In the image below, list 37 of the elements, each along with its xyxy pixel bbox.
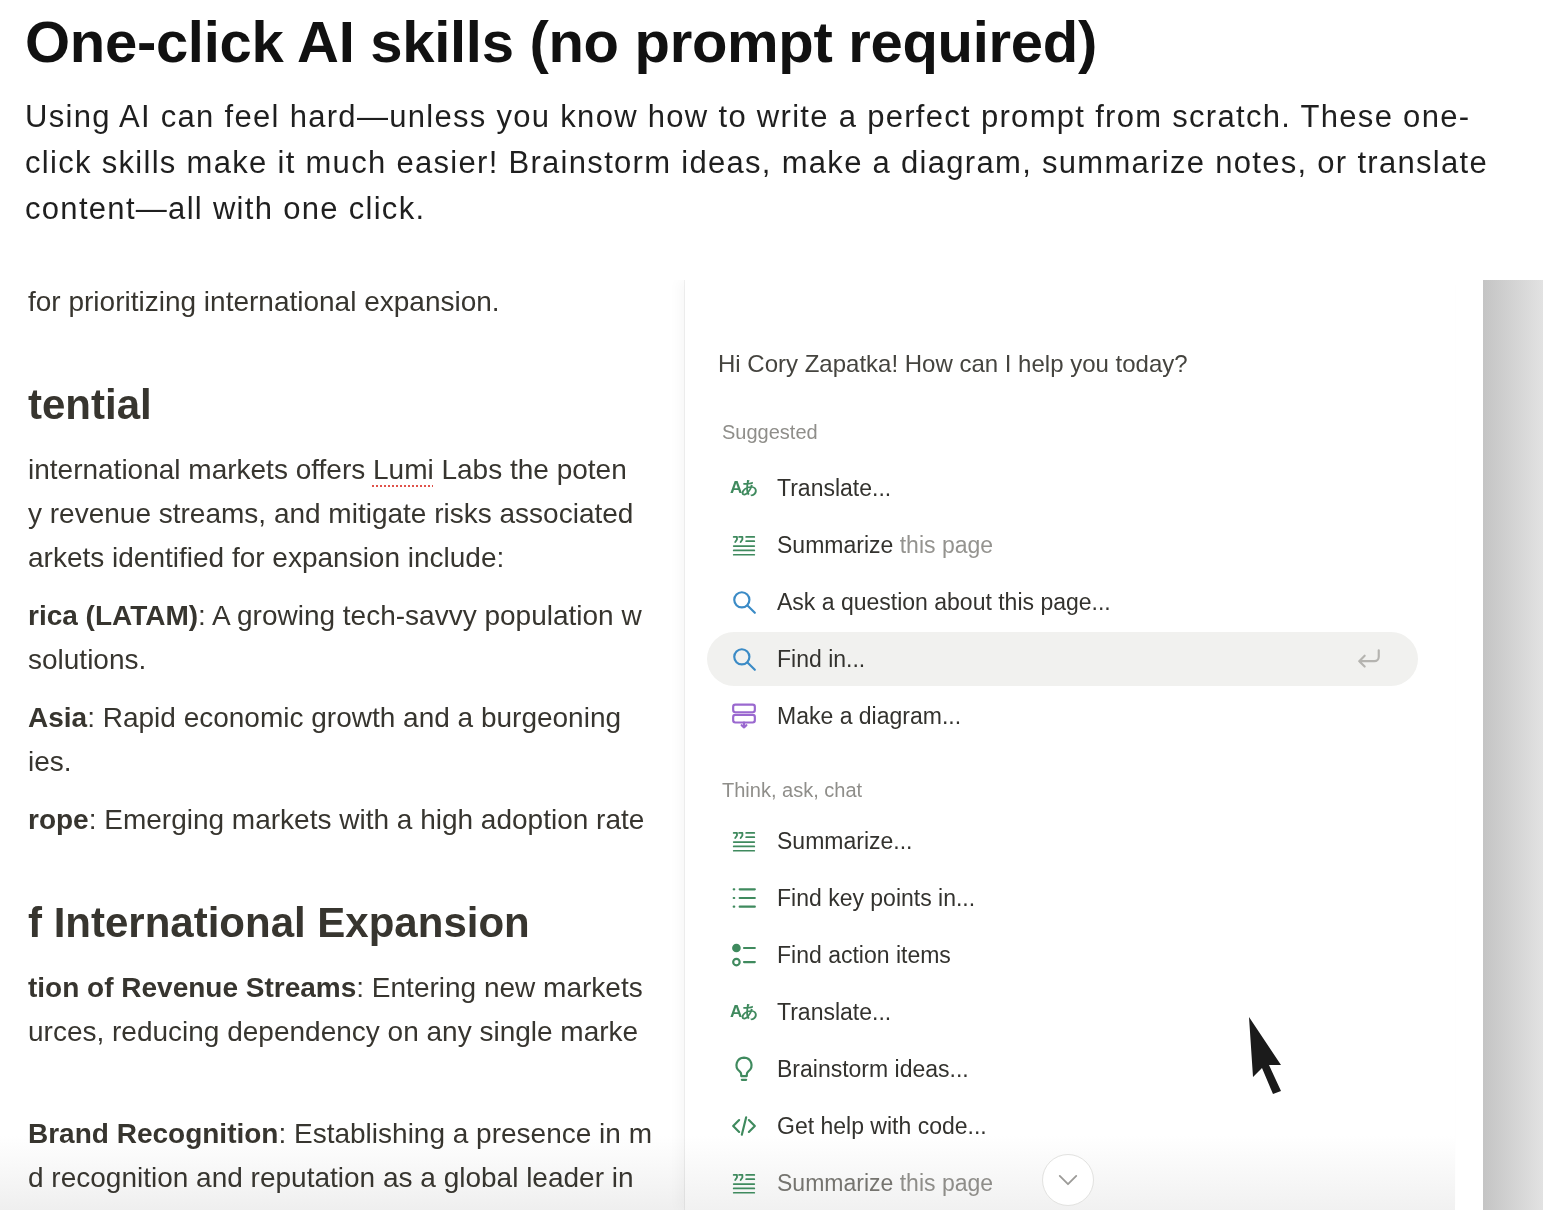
bulleted-list-icon <box>731 885 757 911</box>
menu-item[interactable]: Find action items <box>707 928 1418 982</box>
section-label: Think, ask, chat <box>721 778 863 802</box>
translate-icon: Aあ <box>730 1000 758 1024</box>
section-label: Suggested <box>721 420 818 444</box>
greeting-text: Hi Cory Zapatka! How can I help you today? <box>717 349 1188 379</box>
menu-item[interactable]: Aあ Translate... <box>707 985 1418 1039</box>
menu-item[interactable]: Brainstorm ideas... <box>707 1042 1418 1096</box>
menu-item[interactable]: Find in... <box>707 632 1418 686</box>
body-paragraph: rica (LATAM): A growing tech-savvy population w solutions. <box>28 599 643 677</box>
section-heading: tential <box>28 380 153 430</box>
scroll-down-button[interactable] <box>1042 1154 1094 1206</box>
menu-item[interactable]: Make a diagram... <box>707 689 1418 743</box>
body-paragraph: tion of Revenue Streams: Entering new markets urces, reducing dependency on any single marke <box>28 971 644 1049</box>
menu-item[interactable]: Get help with code... <box>707 1099 1418 1153</box>
stacked-boxes-icon <box>731 703 757 729</box>
body-paragraph: international markets offers Lumi Labs the poten y revenue streams, and mitigate risks associated arkets identified for expansion include: <box>28 453 635 575</box>
search-icon <box>731 646 757 672</box>
chevron-down-icon <box>1057 1173 1079 1187</box>
search-icon <box>731 589 757 615</box>
body-paragraph: Brand Recognition: Establishing a presence in m d recognition and reputation as a global leader in <box>28 1117 653 1195</box>
translate-icon: Aあ <box>730 476 758 500</box>
menu-item[interactable]: Aあ Translate... <box>707 461 1418 515</box>
checklist-icon <box>731 942 757 968</box>
body-paragraph: rope: Emerging markets with a high adoption rate <box>28 803 646 837</box>
menu-item[interactable]: Ask a question about this page... <box>707 575 1418 629</box>
menu-item[interactable]: Summarize this page <box>707 1156 1418 1210</box>
menu-item[interactable]: Summarize... <box>707 814 1418 868</box>
body-paragraph: for prioritizing international expansion. <box>28 285 501 319</box>
section-heading: f International Expansion <box>28 898 531 948</box>
page-description: Using AI can feel hard—unless you know how to write a perfect prompt from scratch. These one-click skills make it much easier! Brainstorm ideas, make a diagram, summarize notes, or translate content—all with one click. <box>25 98 1489 228</box>
menu-item[interactable]: Summarize this page <box>707 518 1418 572</box>
menu-item[interactable]: Find key points in... <box>707 871 1418 925</box>
code-icon <box>731 1113 757 1139</box>
enter-key-icon <box>1356 648 1382 670</box>
page-title: One-click AI skills (no prompt required) <box>25 8 1098 76</box>
body-paragraph: Asia: Rapid economic growth and a burgeoning ies. <box>28 701 623 779</box>
